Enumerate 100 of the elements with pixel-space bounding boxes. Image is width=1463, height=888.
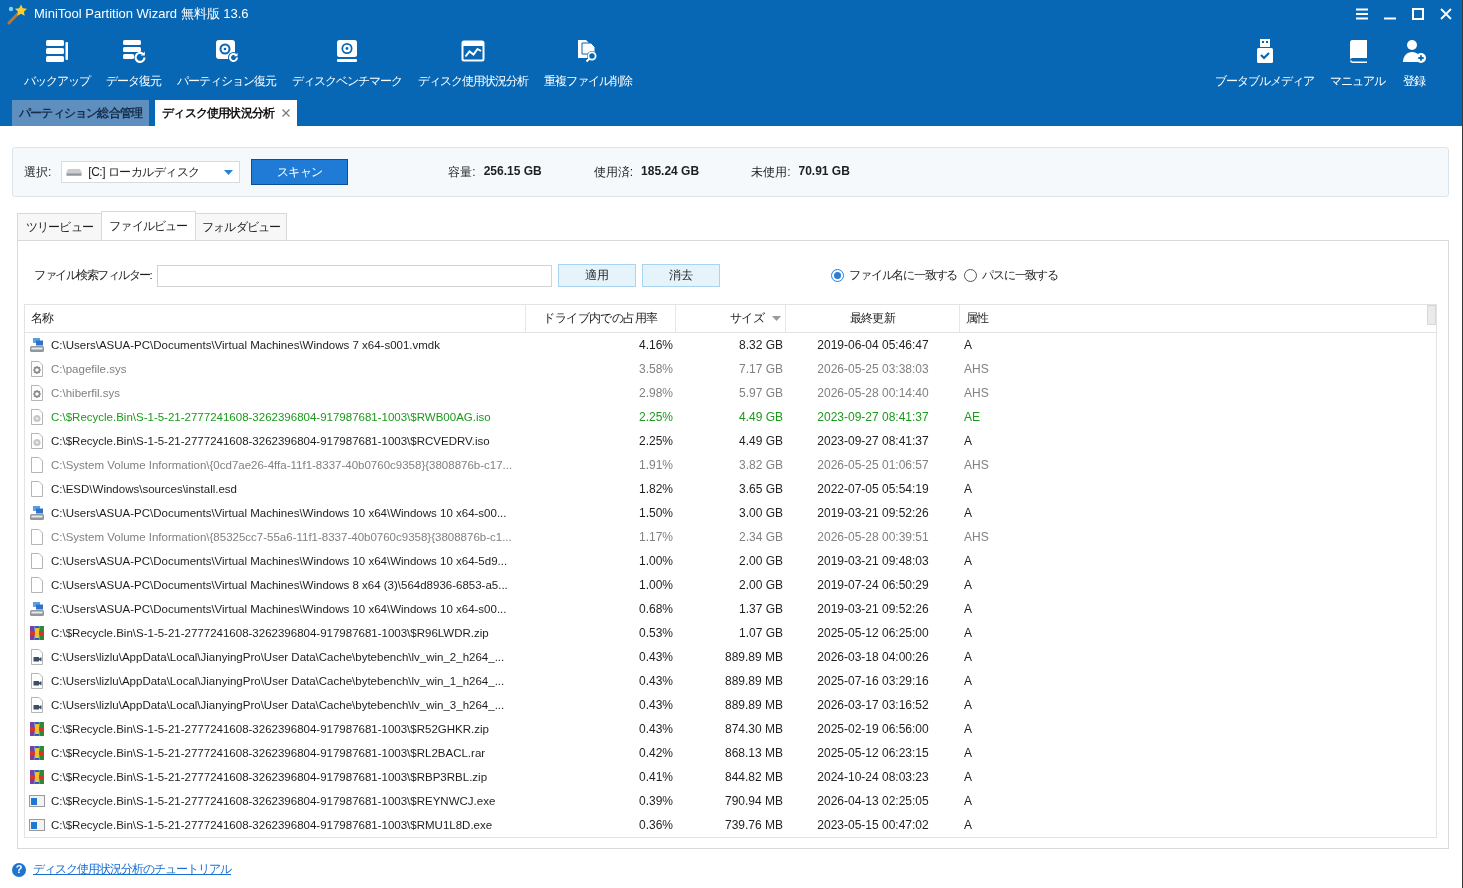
table-cell-text: AHS [963, 529, 990, 546]
disk-drive-icon [29, 601, 45, 617]
table-cell-text: 0.68% [637, 601, 674, 618]
add-user-icon[interactable] [1401, 38, 1427, 64]
table-cell-text: A [963, 601, 973, 618]
clear-button[interactable]: 消去 [642, 264, 721, 287]
table-cell-text: 1.50% [637, 505, 674, 522]
disk-drive-icon [29, 337, 45, 353]
table-cell-text: 2025-07-16 03:29:16 [816, 673, 930, 690]
radio-button[interactable] [964, 269, 978, 282]
table-cell-text: 2.00 GB [737, 553, 784, 570]
toolbar-button[interactable]: 重複ファイル削除 [544, 28, 632, 91]
toolbar-button[interactable]: データ復元 [106, 28, 161, 91]
table-cell-text: 1.00% [637, 577, 674, 594]
apply-button[interactable]: 適用 [558, 264, 637, 287]
table-cell-text: 1.37 GB [737, 601, 784, 618]
scan-button[interactable]: スキャン [251, 159, 349, 185]
hard-drive-icon[interactable] [334, 38, 360, 64]
books-icon [29, 745, 45, 761]
radio-label[interactable]: パスに一致する [982, 268, 1058, 283]
table-cell-text: A [963, 649, 973, 666]
table-cell-text: 2026-05-25 01:06:57 [816, 457, 930, 474]
radio-label[interactable]: ファイル名に一致する [849, 268, 958, 283]
file-path: C:\System Volume Information\{0cd7ae26-4ffa-11f1-8337-40b0760c9358}{3808876b-c17... [51, 459, 513, 471]
drive-dropdown[interactable]: [C:] ローカルディスク [61, 161, 241, 183]
video-file-icon [29, 673, 45, 689]
table-cell-text: 2.34 GB [737, 529, 784, 546]
table-cell-text: 1.07 GB [737, 625, 784, 642]
stack-icon[interactable] [44, 38, 70, 64]
table-cell-text: 2.25% [637, 433, 674, 450]
file-path: C:\Users\lizlu\AppData\Local\JianyingPro\User Data\Cache\bytebench\lv_win_3_h264_... [51, 699, 505, 711]
filter-field[interactable] [157, 264, 553, 287]
view-tab[interactable]: フォルダビュー [195, 213, 288, 240]
table-cell-text: 2019-03-21 09:52:26 [816, 601, 930, 618]
table-cell-text: 0.41% [637, 769, 674, 786]
table-cell-text: 889.89 MB [723, 697, 784, 714]
table-cell-text: 1.82% [637, 481, 674, 498]
tab[interactable]: ディスク使用状況分析 [155, 100, 298, 126]
tutorial-link[interactable]: ディスク使用状況分析のチュートリアル [33, 862, 231, 877]
table-cell-text: 1.00% [637, 553, 674, 570]
stat-value: 185.24 GB [641, 163, 700, 180]
column-header[interactable]: 属性 [966, 310, 989, 327]
stat-value: 70.91 GB [798, 163, 850, 180]
column-header[interactable]: 最終更新 [849, 310, 896, 327]
stat-label: 容量: [448, 163, 476, 181]
books-icon [29, 721, 45, 737]
chart-window-icon[interactable] [460, 38, 486, 64]
disk-restore-icon[interactable] [213, 38, 240, 64]
file-path: C:\Users\lizlu\AppData\Local\JianyingPro\User Data\Cache\bytebench\lv_win_1_h264_... [51, 675, 505, 687]
table-cell-text: 2023-09-27 08:41:37 [816, 433, 930, 450]
maximize-icon[interactable] [1412, 8, 1424, 20]
table-cell-text: 1.91% [637, 457, 674, 474]
scrollbar[interactable] [1427, 305, 1436, 325]
video-file-icon [29, 697, 45, 713]
stat-label: 使用済: [593, 163, 634, 181]
table-cell-text: 844.82 MB [723, 769, 784, 786]
column-header[interactable]: 名称 [31, 310, 54, 327]
toolbar-button[interactable]: バックアップ [24, 28, 90, 91]
table-cell-text: 1.17% [637, 529, 674, 546]
table-cell-text: A [963, 721, 973, 738]
toolbar-button[interactable]: 登録 [1401, 28, 1427, 91]
toolbar-button[interactable]: ディスクベンチマーク [292, 28, 402, 91]
toolbar-button[interactable]: ブータブルメディア [1215, 28, 1314, 91]
window-icon [29, 817, 45, 833]
table-cell-text: 2.25% [637, 409, 674, 426]
table-cell-text: 0.43% [637, 721, 674, 738]
table-cell-text: 2026-03-17 03:16:52 [816, 697, 930, 714]
table-cell-text: 2022-07-05 05:54:19 [816, 481, 930, 498]
table-cell-text: 2.98% [637, 385, 674, 402]
toolbar-button[interactable]: パーティション復元 [177, 28, 276, 91]
toolbar-button[interactable]: マニュアル [1330, 28, 1385, 91]
database-restore-icon[interactable] [120, 38, 147, 64]
menu-icon[interactable] [1356, 8, 1368, 20]
sort-caret-icon[interactable] [772, 316, 781, 321]
column-header[interactable]: サイズ [729, 310, 764, 327]
table-cell-text: A [963, 625, 973, 642]
table-cell-text: A [963, 481, 973, 498]
close-icon[interactable] [282, 109, 291, 117]
table-cell-text: A [963, 577, 973, 594]
view-tab[interactable]: ツリービュー [17, 213, 102, 240]
table-cell-text: 2023-05-15 00:47:02 [816, 817, 930, 834]
table-cell-text: A [963, 793, 973, 810]
file-path: C:\$Recycle.Bin\S-1-5-21-2777241608-3262396804-917987681-1003\$R96LWDR.zip [51, 627, 489, 639]
toolbar-button[interactable]: ディスク使用状況分析 [418, 28, 528, 91]
table-cell-text: 2019-06-04 05:46:47 [816, 337, 930, 354]
table-cell-text: 0.53% [637, 625, 674, 642]
table-cell-text: 2026-04-13 02:25:05 [816, 793, 930, 810]
window-title: MiniTool Partition Wizard 無料版 13.6 [34, 5, 249, 23]
file-path: C:\$Recycle.Bin\S-1-5-21-2777241608-3262396804-917987681-1003\$REYNWCJ.exe [51, 795, 496, 807]
help-icon[interactable]: ? [12, 862, 26, 877]
file-path: C:\System Volume Information\{85325cc7-55a6-11f1-8337-40b0760c9358}{3808876b-c1... [51, 531, 512, 543]
radio-button[interactable] [831, 269, 845, 282]
table-cell-text: A [963, 745, 973, 762]
tab[interactable]: パーティション総合管理 [12, 100, 150, 126]
file-icon [29, 553, 45, 569]
column-header[interactable]: ドライブ内での占用率 [543, 310, 658, 327]
table-cell-text: 0.36% [637, 817, 674, 834]
table-cell-text: 3.00 GB [737, 505, 784, 522]
stat-value: 256.15 GB [483, 163, 542, 180]
file-path: C:\$Recycle.Bin\S-1-5-21-2777241608-3262396804-917987681-1003\$RCVEDRV.iso [51, 435, 490, 447]
